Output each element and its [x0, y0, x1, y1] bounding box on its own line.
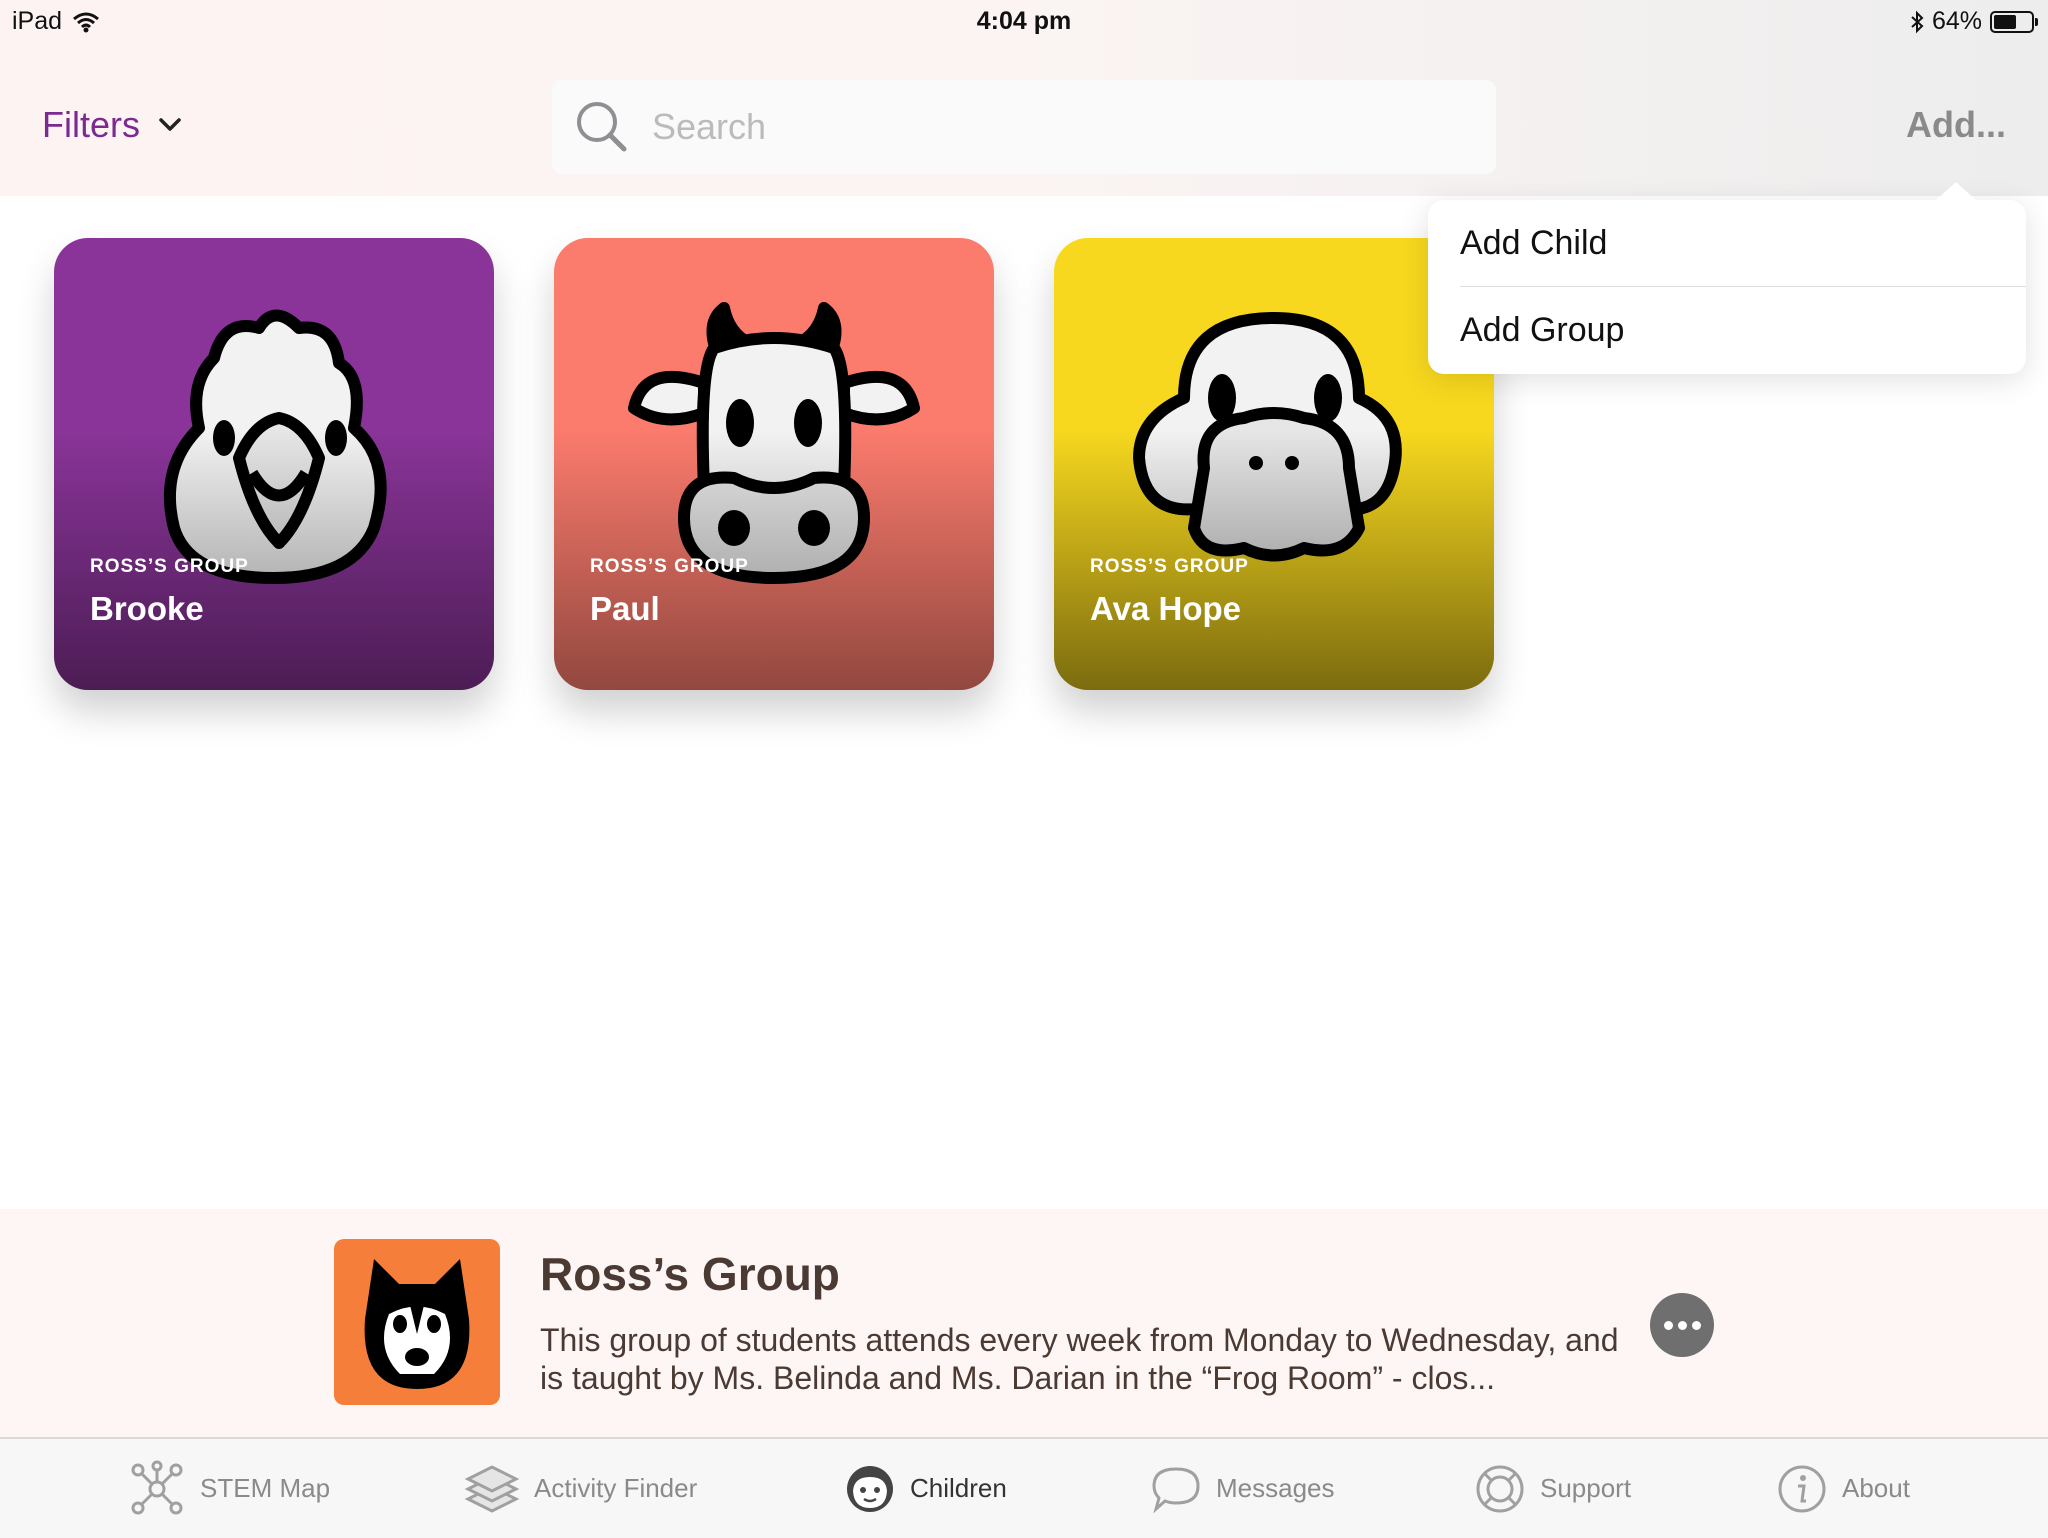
battery-fill [1994, 14, 2016, 29]
filters-button[interactable]: Filters [42, 104, 182, 146]
tab-about[interactable]: About [1776, 1439, 1910, 1538]
tab-label: STEM Map [200, 1473, 331, 1503]
add-group-menu-item[interactable]: Add Group [1428, 287, 2026, 373]
lifebuoy-icon [1476, 1465, 1524, 1512]
battery-icon [1990, 10, 2038, 33]
child-name: Paul [590, 590, 660, 627]
tab-bar: STEM Map Activity Finder Children Messag… [0, 1437, 2048, 1538]
child-group-label: ROSS’S GROUP [590, 556, 749, 577]
tab-stem-map[interactable]: STEM Map [128, 1439, 330, 1538]
tab-label: Children [910, 1473, 1007, 1503]
tab-label: Messages [1216, 1473, 1335, 1503]
filters-label: Filters [42, 104, 140, 145]
tab-label: About [1842, 1473, 1910, 1503]
dot [1677, 1320, 1687, 1330]
status-bar: iPad 4:04 pm 64% [0, 0, 2048, 40]
search-input[interactable] [650, 105, 1454, 149]
speech-bubble-icon [1152, 1466, 1200, 1513]
child-group-label: ROSS’S GROUP [1090, 556, 1249, 577]
tab-messages[interactable]: Messages [1150, 1439, 1335, 1538]
popover-arrow [1936, 182, 1976, 200]
add-button[interactable]: Add... [1906, 104, 2006, 146]
child-face-icon [847, 1465, 893, 1512]
add-menu-popover: Add Child Add Group [1428, 182, 2026, 374]
status-right: 64% [1910, 7, 2038, 36]
child-card-paul[interactable]: ROSS’S GROUP Paul [554, 238, 994, 690]
add-child-menu-item[interactable]: Add Child [1428, 200, 2026, 286]
search-icon [577, 102, 627, 152]
bluetooth-icon [1911, 10, 1924, 33]
chevron-down-icon [159, 118, 181, 131]
dot [1663, 1320, 1673, 1330]
more-options-button[interactable] [1650, 1293, 1714, 1357]
tab-support[interactable]: Support [1474, 1439, 1631, 1538]
group-title: Ross’s Group [540, 1248, 840, 1300]
child-group-label: ROSS’S GROUP [90, 556, 249, 577]
child-name: Brooke [90, 590, 204, 627]
child-name: Ava Hope [1090, 590, 1241, 627]
dot [1691, 1320, 1701, 1330]
info-icon [1778, 1465, 1826, 1512]
child-card-brooke[interactable]: ROSS’S GROUP Brooke [54, 238, 494, 690]
battery-percent: 64% [1931, 7, 1982, 35]
husky-icon [364, 1259, 470, 1389]
group-avatar[interactable] [334, 1239, 500, 1405]
tab-children[interactable]: Children [844, 1439, 1007, 1538]
clock: 4:04 pm [976, 7, 1072, 35]
network-icon [131, 1460, 183, 1514]
layers-icon [464, 1464, 520, 1513]
group-description: This group of students attends every wee… [540, 1322, 1619, 1396]
search-bar[interactable] [552, 80, 1496, 174]
tab-label: Activity Finder [534, 1473, 698, 1503]
tab-label: Support [1540, 1473, 1632, 1503]
tab-activity-finder[interactable]: Activity Finder [464, 1439, 697, 1538]
group-detail-panel: Ross’s Group This group of students atte… [0, 1209, 2048, 1437]
